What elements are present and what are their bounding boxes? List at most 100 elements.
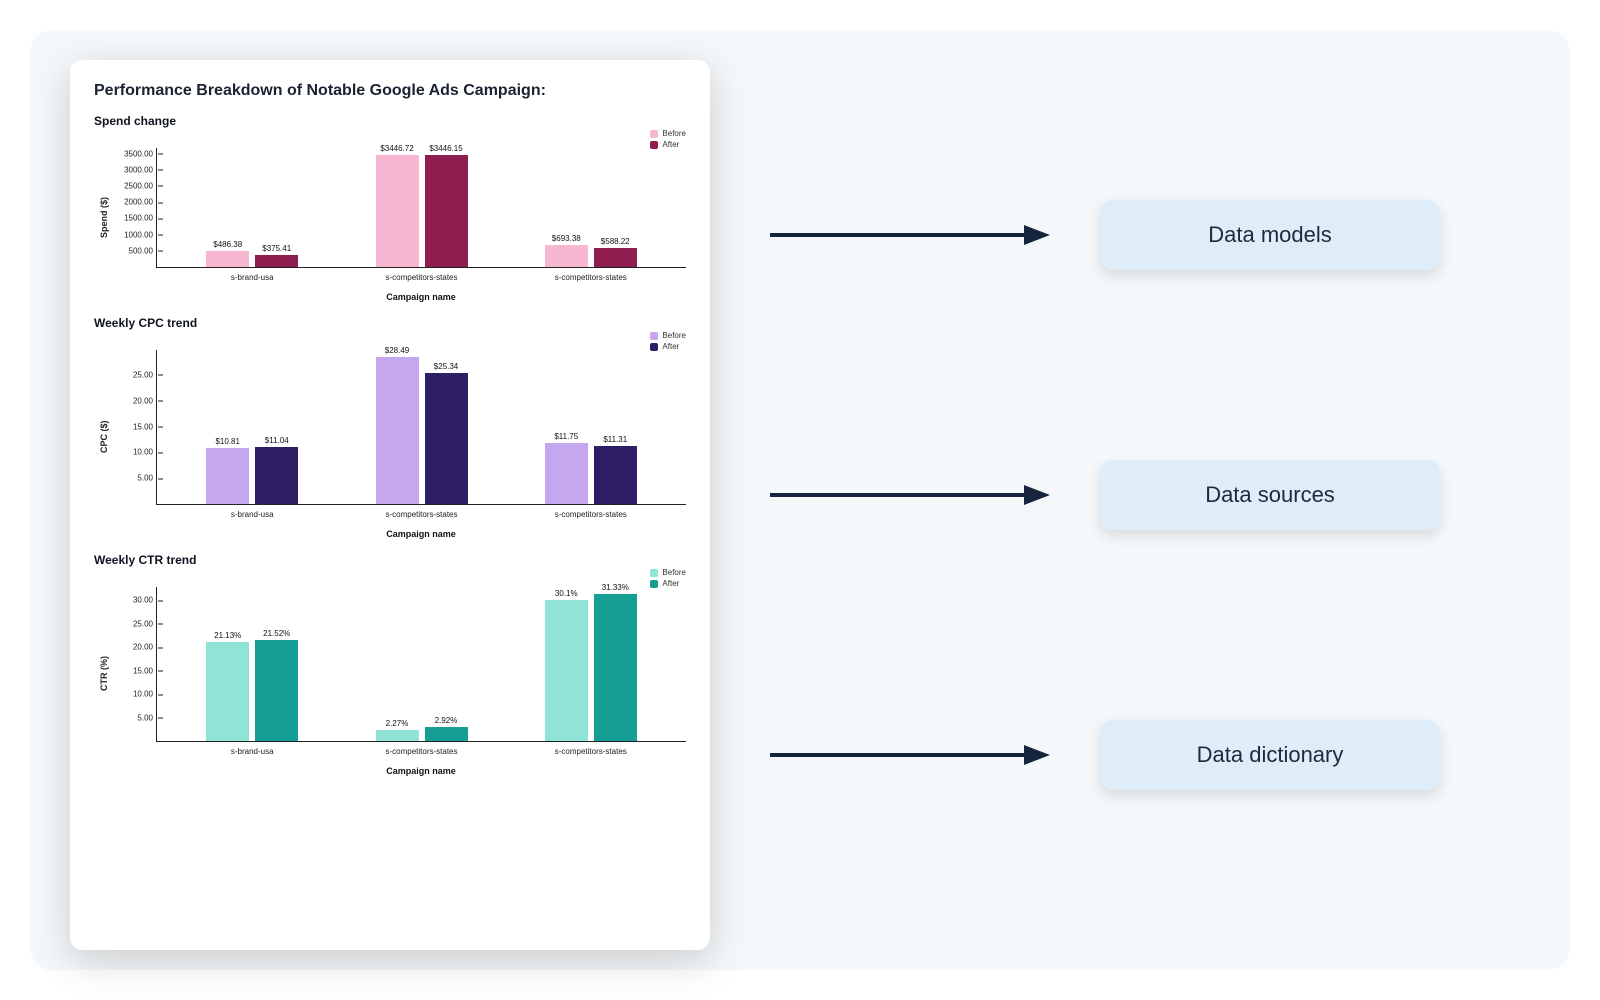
chart-bar-label: $11.04	[265, 436, 289, 447]
chart-bar: $28.49	[376, 357, 419, 504]
plot-area: 5.0010.0015.0020.0025.0030.0021.13%21.52…	[156, 587, 686, 742]
chart-category-label: s-competitors-states	[385, 504, 457, 519]
chart-bar: 21.13%	[206, 642, 249, 741]
chart-bar: $10.81	[206, 448, 249, 504]
chart-bar-label: $10.81	[215, 437, 239, 448]
chart-bar-label: $11.75	[554, 432, 578, 443]
chart-legend: BeforeAfter	[650, 330, 686, 352]
chart-ylabel: CTR (%)	[94, 571, 114, 776]
chart-ytick: 20.00	[133, 396, 157, 405]
chart-bar: $693.38	[545, 245, 588, 267]
chart-ytick: 10.00	[133, 448, 157, 457]
chart-ytick: 10.00	[133, 690, 157, 699]
chart-ytick: 5.00	[137, 474, 157, 483]
chart-bar: 31.33%	[594, 594, 637, 741]
chart-ytick: 2000.00	[124, 198, 157, 207]
arrow-icon	[770, 742, 1050, 768]
chart-xlabel: Campaign name	[156, 766, 686, 776]
chart-bar-group: $28.49$25.34	[376, 357, 468, 504]
chart-category-label: s-competitors-states	[555, 741, 627, 756]
chart-ytick: 20.00	[133, 643, 157, 652]
chart-category-label: s-competitors-states	[555, 504, 627, 519]
chart-ytick: 1500.00	[124, 214, 157, 223]
chart-header: Weekly CTR trend	[94, 553, 686, 567]
legend-swatch	[650, 569, 658, 577]
legend-swatch	[650, 130, 658, 138]
chart-ytick: 3500.00	[124, 149, 157, 158]
chart-ytick: 1000.00	[124, 230, 157, 239]
chart-xlabel: Campaign name	[156, 292, 686, 302]
legend-swatch	[650, 332, 658, 340]
chart-ylabel: CPC ($)	[94, 334, 114, 539]
legend-label: Before	[662, 128, 686, 139]
chart-ytick: 2500.00	[124, 181, 157, 190]
chart-category-label: s-competitors-states	[555, 267, 627, 282]
chart-bar: $11.04	[255, 447, 298, 504]
chart-header: Weekly CPC trend	[94, 316, 686, 330]
chart-bar: $486.38	[206, 251, 249, 267]
chart-bar-label: 2.92%	[435, 716, 458, 727]
chart-bar-label: 21.13%	[214, 631, 241, 642]
chart-bar: 2.27%	[376, 730, 419, 741]
chart-bar-group: $3446.72$3446.15	[376, 155, 468, 267]
chart-category-label: s-competitors-states	[385, 267, 457, 282]
chart-bar: 2.92%	[425, 727, 468, 741]
chart-bar-group: $10.81$11.04	[206, 447, 298, 504]
chart-bar-group: $11.75$11.31	[545, 443, 637, 504]
chart-ytick: 30.00	[133, 596, 157, 605]
chart-bar-group: $486.38 $375.41	[206, 251, 298, 267]
chart-bar-label: $11.31	[603, 435, 627, 446]
chart-bar-label: $25.34	[434, 362, 458, 373]
arrow-icon	[770, 482, 1050, 508]
report-card: Performance Breakdown of Notable Google …	[70, 60, 710, 950]
chart-category-label: s-brand-usa	[231, 741, 274, 756]
chart-bar-label: $3446.72	[380, 144, 413, 155]
pill-data-sources: Data sources	[1100, 460, 1440, 530]
chart-bar-group: 2.27% 2.92%	[376, 727, 468, 741]
chart-spend: Spend changeSpend ($)BeforeAfter500.0010…	[94, 114, 686, 302]
plot-area: 5.0010.0015.0020.0025.00$10.81$11.04s-br…	[156, 350, 686, 505]
chart-bar: 30.1%	[545, 600, 588, 741]
chart-bar-group: 21.13%21.52%	[206, 640, 298, 741]
chart-bar-group: $693.38 $588.22	[545, 245, 637, 267]
pill-data-models: Data models	[1100, 200, 1440, 270]
chart-header: Spend change	[94, 114, 686, 128]
chart-bar-label: 21.52%	[263, 629, 290, 640]
chart-bar-label: $588.22	[601, 237, 630, 248]
chart-bar-label: $486.38	[213, 240, 242, 251]
chart-ytick: 15.00	[133, 666, 157, 675]
arrow-icon	[770, 222, 1050, 248]
arrow-row-1: Data sources	[770, 460, 1530, 530]
right-column: Data models Data sources Data dictionary	[770, 60, 1530, 940]
chart-bar: $11.31	[594, 446, 637, 504]
chart-ctr: Weekly CTR trendCTR (%)BeforeAfter5.0010…	[94, 553, 686, 776]
chart-ylabel: Spend ($)	[94, 132, 114, 302]
chart-category-label: s-brand-usa	[231, 267, 274, 282]
chart-legend: BeforeAfter	[650, 567, 686, 589]
chart-ytick: 25.00	[133, 619, 157, 628]
chart-cpc: Weekly CPC trendCPC ($)BeforeAfter5.0010…	[94, 316, 686, 539]
chart-ytick: 15.00	[133, 422, 157, 431]
card-title: Performance Breakdown of Notable Google …	[94, 82, 686, 100]
chart-bar-label: 30.1%	[555, 589, 578, 600]
chart-bar-label: 31.33%	[602, 583, 629, 594]
chart-ytick: 5.00	[137, 713, 157, 722]
chart-bar: 21.52%	[255, 640, 298, 741]
pill-data-dictionary: Data dictionary	[1100, 720, 1440, 790]
chart-bar: $375.41	[255, 255, 298, 267]
chart-bar-label: $28.49	[385, 346, 409, 357]
chart-category-label: s-competitors-states	[385, 741, 457, 756]
chart-bar: $588.22	[594, 248, 637, 267]
chart-legend: BeforeAfter	[650, 128, 686, 150]
chart-bar-group: 30.1%31.33%	[545, 594, 637, 741]
legend-label: Before	[662, 567, 686, 578]
chart-ytick: 3000.00	[124, 165, 157, 174]
chart-category-label: s-brand-usa	[231, 504, 274, 519]
arrow-row-2: Data dictionary	[770, 720, 1530, 790]
chart-bar-label: $3446.15	[429, 144, 462, 155]
chart-bar-label: 2.27%	[386, 719, 409, 730]
chart-bar: $25.34	[425, 373, 468, 504]
chart-ytick: 25.00	[133, 370, 157, 379]
chart-bar: $3446.72	[376, 155, 419, 267]
legend-label: Before	[662, 330, 686, 341]
